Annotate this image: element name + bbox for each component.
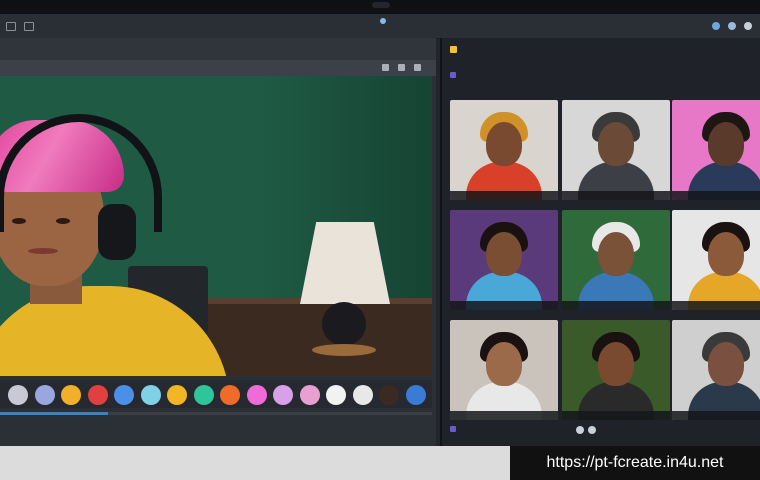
participant-tile[interactable] [450, 100, 558, 200]
participant-tile[interactable] [672, 100, 760, 200]
camera-icon[interactable] [588, 426, 596, 434]
participant-tile[interactable] [450, 210, 558, 310]
menu-bar [0, 14, 760, 39]
mic-icon[interactable] [576, 426, 584, 434]
effect-swatch[interactable] [405, 385, 426, 405]
network-icon[interactable] [712, 22, 720, 30]
effect-swatch[interactable] [167, 385, 187, 405]
tabs-icon[interactable] [24, 22, 34, 31]
effects-palette [0, 380, 432, 408]
people-icon [450, 72, 456, 78]
maximize-icon[interactable] [398, 64, 405, 71]
notification-icon[interactable] [728, 22, 736, 30]
minimize-icon[interactable] [382, 64, 389, 71]
participants-panel [440, 38, 760, 446]
effect-swatch[interactable] [352, 385, 373, 405]
close-icon[interactable] [414, 64, 421, 71]
effect-swatch[interactable] [87, 385, 108, 405]
window-titlebar [0, 38, 436, 60]
effect-swatch[interactable] [140, 385, 161, 405]
effect-swatch[interactable] [379, 385, 399, 405]
main-video-feed[interactable] [0, 76, 432, 376]
effect-swatch[interactable] [8, 385, 28, 405]
effect-swatch[interactable] [61, 385, 81, 405]
effect-swatch[interactable] [273, 385, 293, 405]
effect-swatch[interactable] [326, 385, 346, 405]
progress-bar [0, 412, 432, 415]
chat-icon[interactable] [450, 426, 456, 432]
progress-fill [0, 412, 108, 415]
status-indicator-icon [380, 18, 386, 24]
effect-swatch[interactable] [34, 385, 55, 405]
profile-icon[interactable] [744, 22, 752, 30]
app-icon [450, 46, 457, 53]
effect-swatch[interactable] [246, 385, 267, 405]
effect-swatch[interactable] [114, 385, 134, 405]
monitor-top-bezel [0, 0, 760, 14]
webcam [372, 2, 390, 8]
participant-tile[interactable] [450, 320, 558, 420]
main-video-window [0, 38, 436, 446]
window-tab-row [0, 60, 436, 76]
participant-tile[interactable] [672, 320, 760, 420]
effect-swatch[interactable] [299, 385, 320, 405]
effect-swatch[interactable] [220, 385, 240, 405]
participant-tile[interactable] [562, 100, 670, 200]
screen [0, 14, 760, 446]
participant-tile[interactable] [562, 320, 670, 420]
participant-tile[interactable] [672, 210, 760, 310]
window-icon[interactable] [6, 22, 16, 31]
participant-tile[interactable] [562, 210, 670, 310]
watermark-url: https://pt-fcreate.in4u.net [510, 446, 760, 480]
effect-swatch[interactable] [193, 385, 214, 405]
